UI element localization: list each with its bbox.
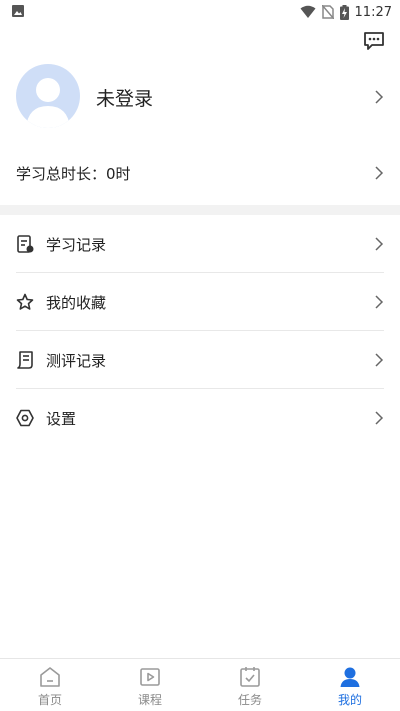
tab-label: 首页 bbox=[37, 693, 62, 707]
message-icon[interactable] bbox=[363, 31, 385, 51]
avatar[interactable] bbox=[16, 64, 80, 128]
study-time-row[interactable]: 学习总时长：0时 bbox=[0, 156, 400, 190]
profile-row[interactable]: 未登录 bbox=[0, 62, 400, 134]
menu-item-settings[interactable]: 设置 bbox=[0, 389, 400, 447]
no-sim-icon bbox=[321, 5, 334, 19]
menu-item-favorites[interactable]: 我的收藏 bbox=[0, 273, 400, 331]
study-total-time: 学习总时长：0时 bbox=[16, 165, 131, 183]
wifi-icon bbox=[300, 5, 316, 18]
menu-item-label: 学习记录 bbox=[46, 236, 107, 254]
star-icon bbox=[16, 293, 34, 310]
assessment-record-icon bbox=[17, 351, 33, 369]
settings-icon bbox=[16, 409, 34, 427]
gallery-icon bbox=[12, 5, 24, 17]
menu-item-label: 我的收藏 bbox=[46, 294, 107, 312]
profile-icon bbox=[340, 667, 360, 687]
task-icon bbox=[240, 667, 260, 687]
chevron-right-icon bbox=[375, 166, 384, 180]
course-icon bbox=[140, 668, 160, 686]
tab-label: 课程 bbox=[137, 693, 162, 707]
section-divider bbox=[0, 205, 400, 215]
menu-item-study-record[interactable]: 学习记录 bbox=[0, 215, 400, 273]
tab-label: 我的 bbox=[337, 693, 362, 707]
menu-item-label: 测评记录 bbox=[46, 352, 107, 370]
chevron-right-icon bbox=[375, 237, 384, 251]
tab-task[interactable]: 任务 bbox=[200, 659, 300, 711]
study-record-icon bbox=[17, 235, 34, 253]
chevron-right-icon bbox=[375, 295, 384, 309]
tab-profile[interactable]: 我的 bbox=[300, 659, 400, 711]
chevron-right-icon bbox=[375, 353, 384, 367]
menu-item-assessment-record[interactable]: 测评记录 bbox=[0, 331, 400, 389]
tab-label: 任务 bbox=[237, 693, 262, 707]
menu-item-label: 设置 bbox=[46, 410, 77, 428]
battery-charging-icon bbox=[339, 4, 349, 20]
bottom-tab-bar: 首页 课程 任务 我的 bbox=[0, 658, 400, 711]
menu-list: 学习记录 我的收藏 测评记录 设置 bbox=[0, 215, 400, 447]
status-time: 11:27 bbox=[354, 4, 392, 20]
tab-home[interactable]: 首页 bbox=[0, 659, 100, 711]
home-icon bbox=[40, 667, 60, 687]
chevron-right-icon bbox=[375, 411, 384, 425]
chevron-right-icon bbox=[375, 90, 384, 104]
status-bar: 11:27 bbox=[0, 0, 400, 24]
login-status[interactable]: 未登录 bbox=[96, 84, 153, 111]
default-avatar-icon bbox=[26, 78, 70, 128]
tab-course[interactable]: 课程 bbox=[100, 659, 200, 711]
